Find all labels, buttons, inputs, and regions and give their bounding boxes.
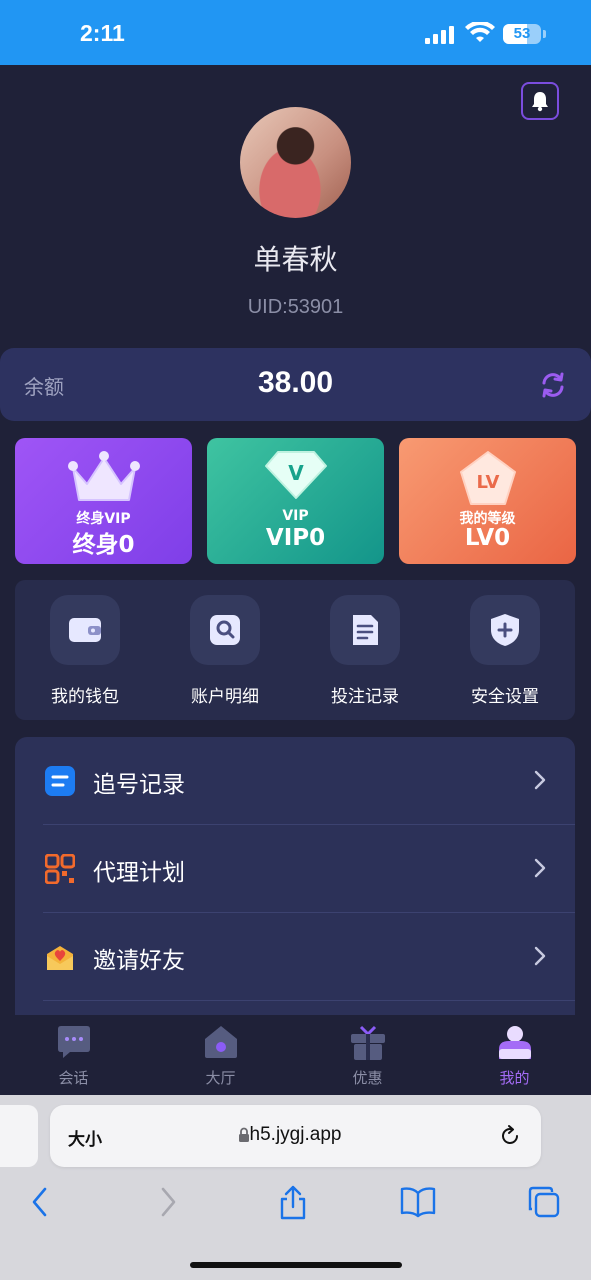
list-item-agent-plan[interactable]: 代理计划: [15, 825, 575, 913]
chase-record-label: 追号记录: [93, 772, 185, 798]
security-settings-button[interactable]: 安全设置: [435, 580, 575, 720]
chevron-right-icon: [534, 946, 546, 966]
back-icon[interactable]: [30, 1185, 50, 1219]
agent-plan-icon: [45, 854, 75, 884]
signal-icon: [425, 26, 455, 44]
svg-text:V: V: [288, 461, 304, 485]
tab-mine-label: 我的: [499, 1069, 530, 1087]
my-level-value: LV0: [464, 525, 511, 551]
vip-subtitle: VIP: [282, 508, 309, 524]
crown-icon: [67, 451, 140, 501]
user-name: 单春秋: [253, 243, 338, 276]
lifetime-vip-card[interactable]: 终身VIP 终身0: [15, 438, 192, 564]
tab-lobby-label: 大厅: [205, 1069, 236, 1087]
vip-card[interactable]: V VIP VIP0: [207, 438, 384, 564]
bet-records-button[interactable]: 投注记录: [295, 580, 435, 720]
wallet-icon: [50, 595, 120, 665]
invite-friends-label: 邀请好友: [93, 948, 185, 974]
balance-bar: 余额 38.00: [0, 348, 591, 421]
status-time: 2:11: [80, 20, 125, 46]
shield-icon: [470, 595, 540, 665]
svg-text:LV: LV: [476, 472, 499, 493]
reload-icon[interactable]: [498, 1124, 522, 1148]
previous-tab-peek[interactable]: [0, 1105, 38, 1167]
tab-chat-label: 会话: [58, 1069, 89, 1087]
refresh-icon[interactable]: [538, 370, 568, 400]
battery-icon: 53: [503, 24, 541, 44]
security-settings-label: 安全设置: [471, 687, 539, 707]
user-uid: UID:53901: [247, 296, 344, 318]
tab-chat[interactable]: 会话: [0, 1015, 147, 1095]
tab-promotions[interactable]: 优惠: [294, 1015, 441, 1095]
menu-list: 追号记录 代理计划 邀请好友: [15, 737, 575, 1027]
vip-value: VIP0: [265, 525, 326, 551]
list-item-invite-friends[interactable]: 邀请好友: [15, 913, 575, 1001]
bell-icon: [532, 92, 548, 112]
bet-records-label: 投注记录: [331, 687, 399, 707]
tab-promotions-label: 优惠: [352, 1069, 383, 1087]
user-icon: [498, 1026, 531, 1059]
balance-value: 38.00: [257, 366, 334, 399]
avatar[interactable]: [240, 107, 351, 218]
share-icon[interactable]: [278, 1185, 308, 1221]
agent-plan-label: 代理计划: [93, 860, 185, 886]
notification-button[interactable]: [521, 82, 559, 120]
url-text: h5.jygj.app: [249, 1124, 342, 1145]
account-details-label: 账户明细: [191, 687, 259, 707]
status-bar: 2:11 53: [0, 0, 591, 65]
chevron-right-icon: [534, 858, 546, 878]
tabs-icon[interactable]: [527, 1185, 561, 1219]
diamond-icon: V: [264, 451, 327, 499]
my-level-card[interactable]: LV 我的等级 LV0: [399, 438, 576, 564]
invite-icon: [47, 946, 73, 970]
quick-menu: 我的钱包 账户明细 投注记录 安全设置: [15, 580, 575, 720]
chase-record-icon: [45, 766, 75, 796]
home-icon: [204, 1026, 237, 1058]
lifetime-vip-value: 终身0: [72, 532, 135, 558]
search-doc-icon: [190, 595, 260, 665]
chat-icon: [57, 1026, 90, 1058]
account-details-button[interactable]: 账户明细: [155, 580, 295, 720]
bottom-tab-bar: 会话 大厅 优惠 我的: [0, 1015, 591, 1095]
document-icon: [330, 595, 400, 665]
chevron-right-icon: [534, 770, 546, 790]
wallet-label: 我的钱包: [51, 687, 119, 707]
list-item-chase-record[interactable]: 追号记录: [15, 737, 575, 825]
bookmarks-icon[interactable]: [400, 1185, 436, 1219]
wallet-button[interactable]: 我的钱包: [15, 580, 155, 720]
battery-level: 53: [513, 25, 531, 42]
gift-icon: [350, 1025, 385, 1060]
tab-lobby[interactable]: 大厅: [147, 1015, 294, 1095]
level-badge-icon: LV: [459, 451, 516, 505]
home-indicator: [190, 1262, 402, 1268]
wifi-icon: [465, 22, 495, 42]
address-bar[interactable]: 大小 h5.jygj.app: [50, 1105, 541, 1167]
forward-icon[interactable]: [158, 1185, 178, 1219]
tab-mine[interactable]: 我的: [441, 1015, 588, 1095]
